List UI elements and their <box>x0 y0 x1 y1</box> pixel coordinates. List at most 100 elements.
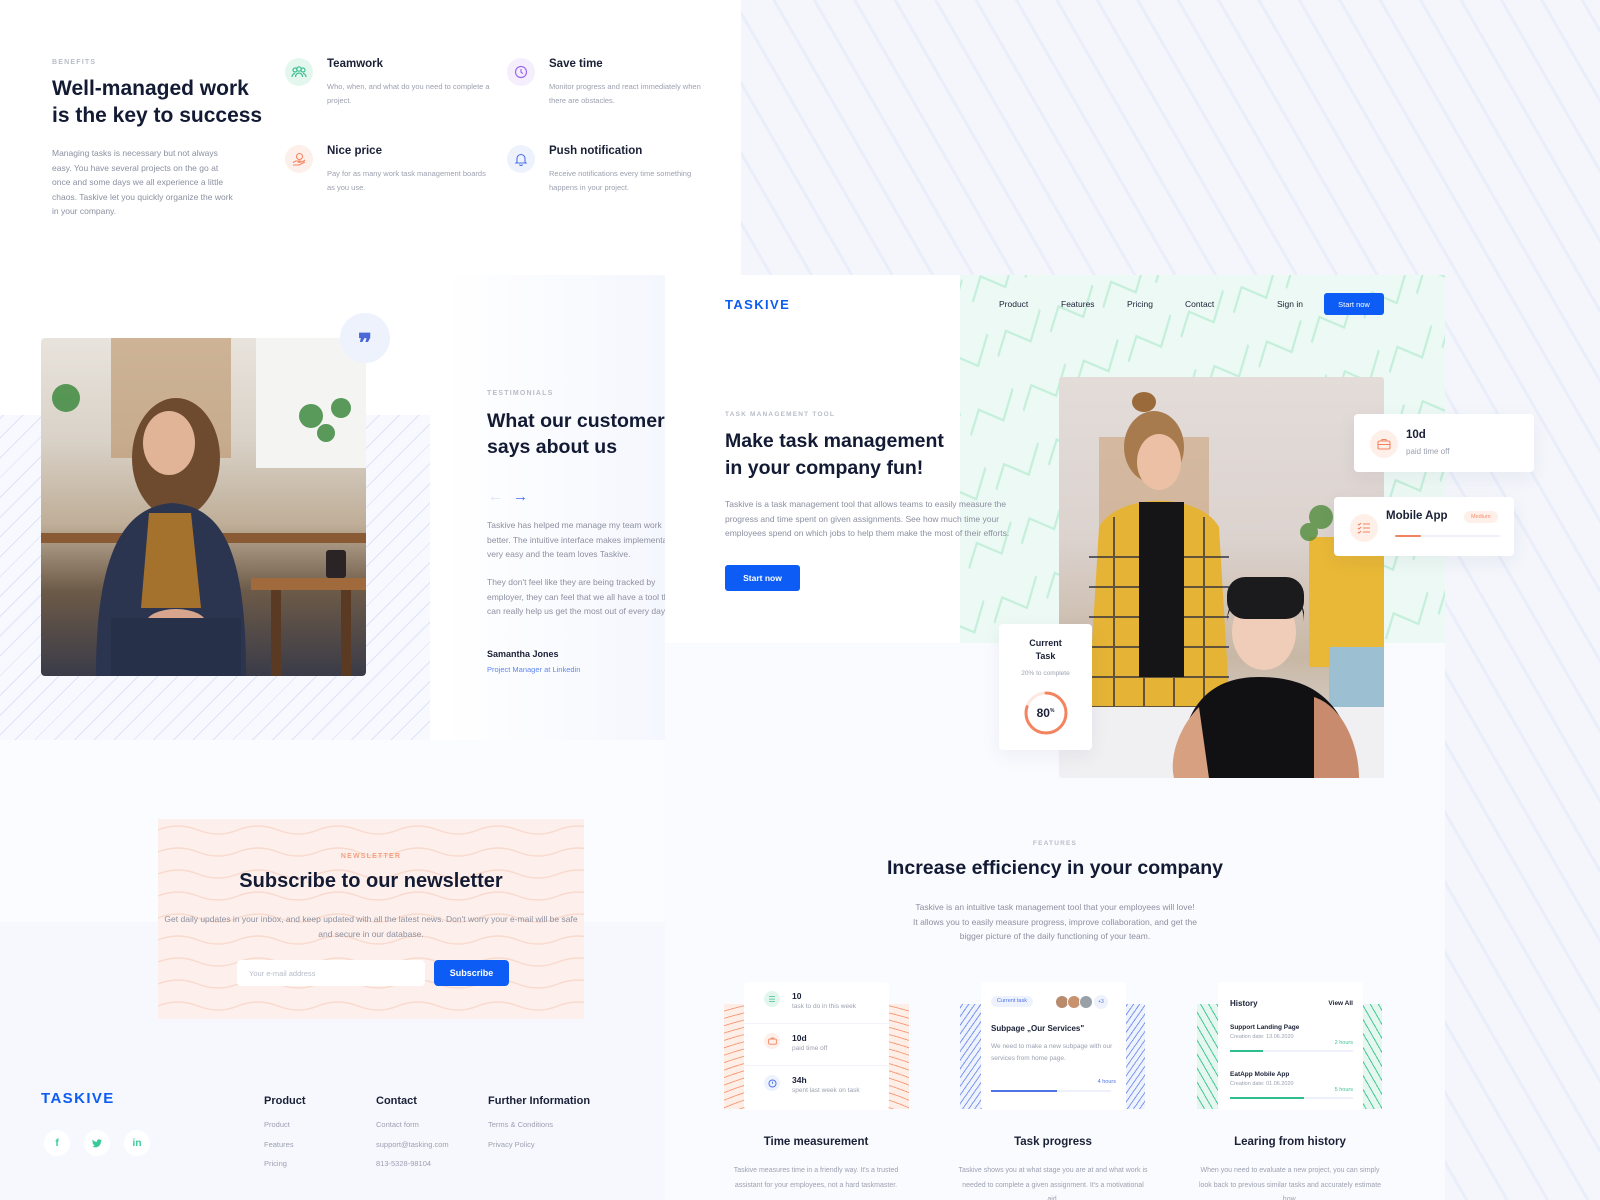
hero-start-now-button[interactable]: Start now <box>725 565 800 591</box>
twitter-icon[interactable] <box>84 1130 110 1156</box>
task-title: Subpage „Our Services" <box>991 1024 1085 1033</box>
hero-title-line: in your company fun! <box>725 457 924 479</box>
feature-column-description: Taskive shows you at what stage you are … <box>958 1167 1148 1200</box>
testimonial-author-role-link[interactable]: Project Manager at Linkedin <box>487 665 580 674</box>
features-description-line: It allows you to easily measure progress… <box>913 916 1197 927</box>
feature-title: Teamwork <box>327 58 384 70</box>
history-item-hours: 5 hours <box>1334 1087 1353 1093</box>
testimonial-paragraph: Taskive has helped me manage my team wor… <box>487 518 677 562</box>
feature-teamwork: Teamwork Who, when, and what do you need… <box>285 58 495 118</box>
testimonials-title: What our customer says about us <box>487 408 687 460</box>
carousel-next-arrow-icon[interactable]: → <box>513 488 528 505</box>
current-task-tag: Current task <box>991 996 1033 1007</box>
more-members-badge: +3 <box>1094 995 1108 1009</box>
checklist-icon <box>1350 514 1378 542</box>
briefcase-icon <box>764 1033 780 1049</box>
paid-time-off-card: 10d paid time off <box>1354 414 1534 472</box>
feature-description: Who, when, and what do you need to compl… <box>327 82 490 105</box>
nav-features[interactable]: Features <box>1061 299 1095 309</box>
feature-column-title: Learing from history <box>1234 1136 1346 1148</box>
pto-label: paid time off <box>1406 447 1450 456</box>
subscribe-button[interactable]: Subscribe <box>434 960 509 986</box>
history-title: History <box>1230 999 1258 1008</box>
facebook-icon[interactable]: f <box>44 1130 70 1156</box>
feature-title: Nice price <box>327 145 382 157</box>
pto-value: 10d <box>1406 429 1426 441</box>
app-card-title: Mobile App <box>1386 510 1448 522</box>
list-icon: ☰ <box>764 991 780 1007</box>
app-progress-fill <box>1395 535 1422 537</box>
email-input[interactable] <box>237 960 425 986</box>
hero-title: Make task management in your company fun… <box>725 428 944 482</box>
footer-link-product[interactable]: Product <box>264 1120 290 1129</box>
footer-column-title: Contact <box>376 1095 417 1107</box>
quote-icon: ❞ <box>340 313 390 363</box>
feature-column-description: Taskive measures time in a friendly way.… <box>733 1167 899 1189</box>
testimonials-title-line: What our customer <box>487 410 665 432</box>
nav-product[interactable]: Product <box>999 299 1028 309</box>
nav-start-now-button[interactable]: Start now <box>1324 293 1384 315</box>
testimonial-photo <box>41 338 366 676</box>
footer-link-phone[interactable]: 813-5328-98104 <box>376 1159 431 1168</box>
benefits-description: Managing tasks is necessary but not alwa… <box>52 148 233 216</box>
footer-link-email[interactable]: support@tasking.com <box>376 1140 449 1149</box>
feature-push-notification: Push notification Receive notifications … <box>507 145 717 205</box>
history-progress-track <box>1230 1050 1353 1052</box>
history-progress-fill <box>1230 1050 1264 1052</box>
features-eyebrow: FEATURES <box>1032 840 1078 847</box>
task-progress-track <box>991 1090 1111 1092</box>
testimonials-title-line: says about us <box>487 436 618 458</box>
footer-link-contact-form[interactable]: Contact form <box>376 1120 419 1129</box>
feature-column-title: Time measurement <box>763 1136 869 1148</box>
footer-column-title: Further Information <box>488 1095 591 1107</box>
stat-value: 10 <box>792 991 802 1001</box>
stat-row: 34h spent last week on task <box>744 1066 889 1108</box>
footer-link-privacy[interactable]: Privacy Policy <box>488 1140 535 1149</box>
feature-title: Save time <box>549 58 603 70</box>
stat-row: ☰ 10 task to do in this week <box>744 982 889 1024</box>
testimonial-line: Taskive has helped me manage my team wor… <box>487 520 662 530</box>
footer-link-pricing[interactable]: Pricing <box>264 1159 287 1168</box>
price-hand-icon <box>285 145 313 173</box>
feature-description: Receive notifications every time somethi… <box>549 169 692 192</box>
clock-icon <box>764 1075 780 1091</box>
linkedin-icon[interactable]: in <box>124 1130 150 1156</box>
app-progress-track <box>1395 535 1500 537</box>
sign-in-link[interactable]: Sign in <box>1277 299 1303 309</box>
view-all-link[interactable]: View All <box>1328 1000 1353 1007</box>
stat-label: spent last week on task <box>792 1087 860 1094</box>
footer-link-features[interactable]: Features <box>264 1140 294 1149</box>
carousel-prev-arrow-icon[interactable]: ← <box>488 488 503 505</box>
testimonials-eyebrow: TESTIMONIALS <box>487 390 554 397</box>
feature-title: Push notification <box>549 145 643 157</box>
bell-icon <box>507 145 535 173</box>
teamwork-icon <box>285 58 313 86</box>
current-task-percent: 80% <box>999 706 1092 720</box>
history-item-name: Support Landing Page <box>1230 1024 1300 1031</box>
testimonial-line: They don't feel like they are being trac… <box>487 577 656 587</box>
hero-eyebrow: TASK MANAGEMENT TOOL <box>725 411 836 418</box>
current-task-title-line: Current <box>1029 638 1062 648</box>
history-card: History View All Support Landing Page Cr… <box>1218 982 1363 1110</box>
stat-row: 10d paid time off <box>744 1024 889 1066</box>
footer-link-terms[interactable]: Terms & Conditions <box>488 1120 553 1129</box>
current-task-subtitle: 20% to complete <box>1021 670 1070 677</box>
history-item: Support Landing Page Creation date: 13.0… <box>1230 1024 1353 1069</box>
feature-nice-price: Nice price Pay for as many work task man… <box>285 145 495 205</box>
stat-label: paid time off <box>792 1045 828 1052</box>
current-task-title-line: Task <box>1035 650 1056 661</box>
history-item: EatApp Mobile App Creation date: 01.06.2… <box>1230 1071 1353 1116</box>
testimonial-author: Samantha Jones <box>487 649 559 659</box>
task-hours: 4 hours <box>1097 1079 1116 1085</box>
nav-contact[interactable]: Contact <box>1185 299 1214 309</box>
feature-description: Pay for as many work task management boa… <box>327 169 486 192</box>
nav-pricing[interactable]: Pricing <box>1127 299 1153 309</box>
testimonial-paragraph: They don't feel like they are being trac… <box>487 575 677 619</box>
hero-photo <box>1059 377 1384 778</box>
benefits-section: BENEFITS Well-managed work is the key to… <box>0 0 741 275</box>
testimonial-line: can really help us get the most out of e… <box>487 606 667 616</box>
avatar <box>1079 995 1093 1009</box>
header-logo[interactable]: TASKIVE <box>725 297 790 312</box>
benefits-eyebrow: BENEFITS <box>52 59 97 66</box>
footer-logo[interactable]: TASKIVE <box>41 1090 115 1107</box>
